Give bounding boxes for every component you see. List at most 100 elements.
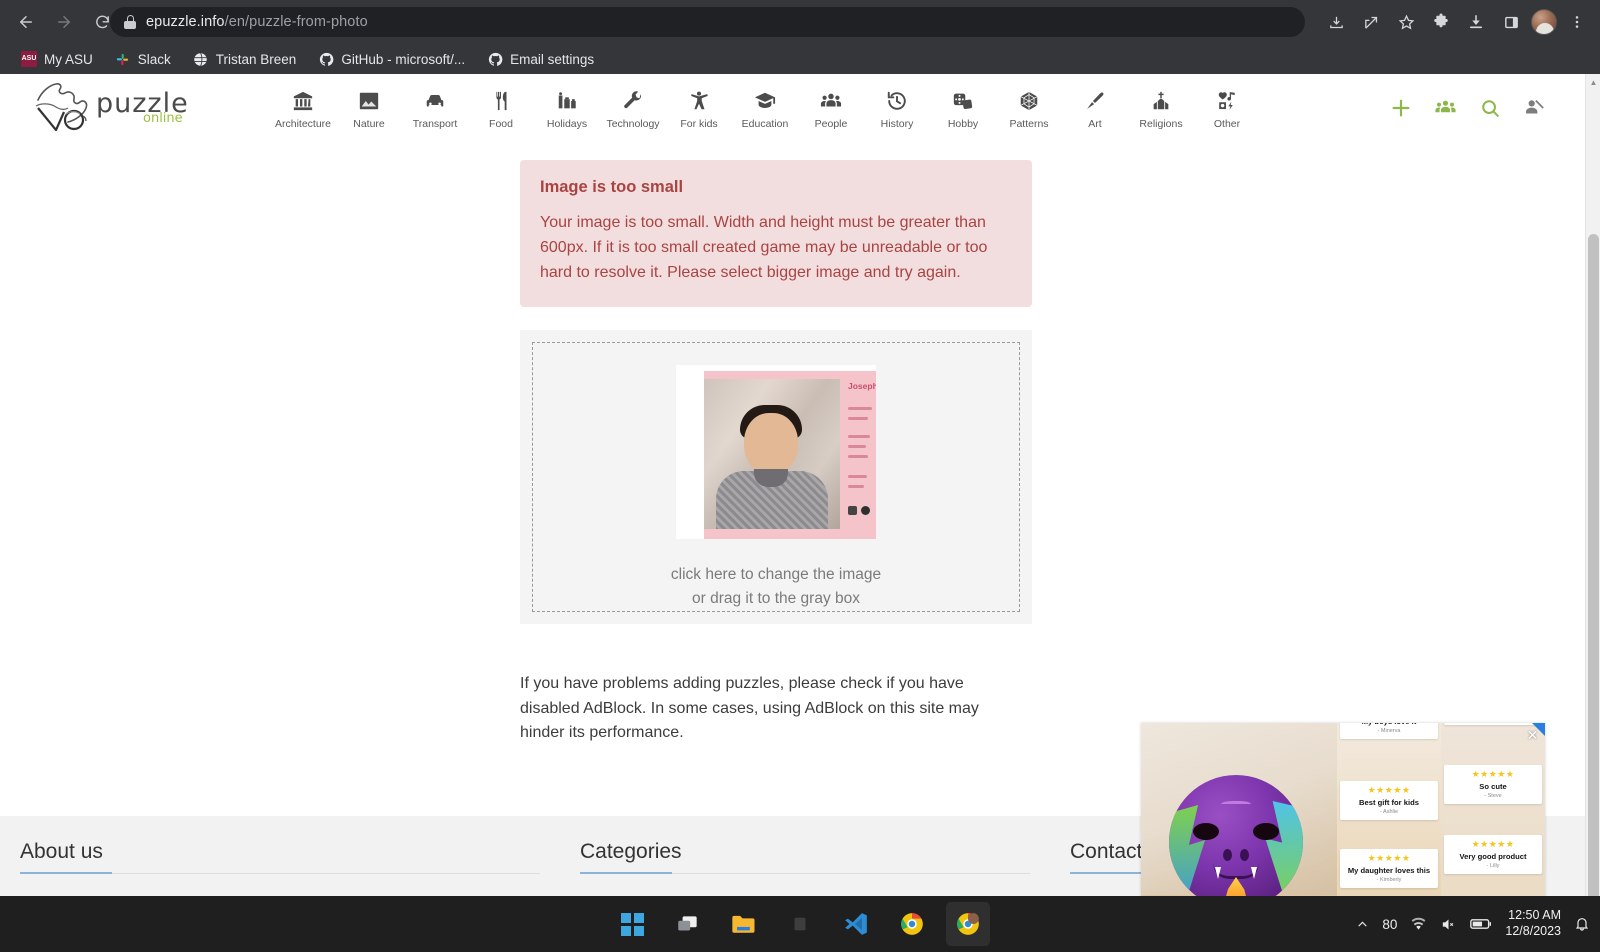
nav-label: Technology (606, 118, 660, 130)
nav-item-religions[interactable]: Religions (1128, 82, 1194, 130)
ad-review-author: - Kimberly (1376, 877, 1402, 884)
task-view-button[interactable] (666, 902, 710, 946)
profile-avatar[interactable] (1531, 9, 1557, 35)
nav-item-food[interactable]: Food (468, 82, 534, 130)
alert-image-too-small: Image is too small Your image is too sma… (520, 160, 1032, 308)
alert-body: Your image is too small. Width and heigh… (540, 214, 988, 281)
portrait-head (744, 413, 798, 476)
share-button[interactable] (1356, 7, 1386, 37)
chrome-button[interactable] (890, 902, 934, 946)
start-windows-button[interactable] (610, 902, 654, 946)
dragon-eye-right (1253, 823, 1279, 840)
bookmark-tristan-breen[interactable]: Tristan Breen (184, 48, 306, 70)
ad-review-author: - Steve (1484, 793, 1502, 800)
bookmark-my-asu[interactable]: ASU My ASU (12, 48, 102, 70)
nav-item-holidays[interactable]: Holidays (534, 82, 600, 130)
nav-item-history[interactable]: History (864, 82, 930, 130)
page-scrollbar[interactable]: ▲ (1585, 74, 1600, 952)
nav-item-other[interactable]: Other (1194, 82, 1260, 130)
install-app-button[interactable] (1321, 7, 1351, 37)
bookmark-star-icon (1398, 14, 1414, 30)
preview-text-line (848, 435, 870, 439)
chrome-menu-button[interactable] (1562, 7, 1592, 37)
chrome-menu-icon (1575, 16, 1579, 28)
nav-item-transport[interactable]: Transport (402, 82, 468, 130)
clock-date: 12/8/2023 (1505, 924, 1561, 938)
downloads-icon (1470, 15, 1482, 29)
search-icon[interactable] (1479, 97, 1501, 119)
nav-label: For kids (680, 118, 718, 130)
browser-toolbar: epuzzle.info/en/puzzle-from-photo (0, 0, 1600, 44)
nav-item-technology[interactable]: Technology (600, 82, 666, 130)
forward-arrow-icon (58, 16, 70, 28)
windows-taskbar: 80 12:50 AM 12/8/2023 (0, 896, 1600, 952)
back-button[interactable] (10, 6, 42, 38)
nav-item-people[interactable]: People (798, 82, 864, 130)
graduation-cap-icon (754, 88, 776, 114)
nav-label: Religions (1139, 118, 1183, 130)
preview-portrait-photo (704, 379, 840, 530)
site-logo[interactable]: puzzle online (30, 78, 210, 134)
polygon-icon (1018, 88, 1040, 114)
bookmark-slack[interactable]: Slack (106, 48, 180, 70)
github-favicon (487, 51, 503, 67)
dropzone-hint: click here to change the image or drag i… (671, 563, 881, 611)
downloads-button[interactable] (1461, 7, 1491, 37)
globe-favicon (193, 51, 209, 67)
volume-level-indicator: 80 (1382, 916, 1398, 932)
logged-out-user-icon[interactable] (1523, 97, 1545, 119)
bookmark-label: Tristan Breen (215, 51, 297, 67)
teams-button[interactable] (778, 902, 822, 946)
ad-review-author: - Minerva (1377, 728, 1401, 735)
nav-label: Hobby (947, 118, 979, 130)
extensions-button[interactable] (1426, 7, 1456, 37)
volume-muted-icon[interactable] (1440, 916, 1457, 933)
preview-text-line (848, 485, 864, 489)
museum-icon (292, 88, 314, 114)
slack-favicon (115, 51, 131, 67)
nav-item-patterns[interactable]: Patterns (996, 82, 1062, 130)
linkedin-icon (861, 506, 870, 516)
address-bar[interactable]: epuzzle.info/en/puzzle-from-photo (110, 7, 1305, 37)
footer-about-title: About us (20, 840, 103, 863)
forward-button[interactable] (48, 6, 80, 38)
scroll-up-arrow-icon[interactable]: ▲ (1586, 74, 1600, 90)
add-puzzle-icon[interactable] (1390, 97, 1412, 119)
bookmarks-bar: ASU My ASU Slack Tristan Breen GitHub - … (0, 44, 1600, 74)
ad-close-button[interactable]: ✕ (1524, 727, 1541, 744)
multiplayer-icon[interactable] (1434, 96, 1457, 119)
dice-icon (952, 88, 974, 114)
nav-item-art[interactable]: Art (1062, 82, 1128, 130)
image-preview[interactable]: Joseph (676, 365, 876, 540)
chevron-up-icon[interactable] (1356, 918, 1369, 931)
file-explorer-button[interactable] (722, 902, 766, 946)
history-clock-icon (886, 88, 908, 114)
ad-review-card: ★★★★★ So cute - Steve (1444, 765, 1542, 805)
battery-icon[interactable] (1470, 917, 1492, 931)
url-path: /en/puzzle-from-photo (224, 14, 368, 30)
wifi-icon[interactable] (1410, 916, 1427, 933)
header-actions (1390, 96, 1545, 119)
chrome-profile-button[interactable] (946, 902, 990, 946)
dragon-brow (1221, 801, 1251, 809)
vscode-button[interactable] (834, 902, 878, 946)
scrollbar-thumb[interactable] (1588, 234, 1599, 934)
nav-item-education[interactable]: Education (732, 82, 798, 130)
nav-item-hobby[interactable]: Hobby (930, 82, 996, 130)
nav-item-architecture[interactable]: Architecture (270, 82, 336, 130)
notification-bell-icon[interactable] (1574, 916, 1590, 932)
ad-review-author: - Ashlie (1379, 809, 1399, 816)
dropzone-hint-line2: or drag it to the gray box (691, 590, 860, 608)
side-panel-button[interactable] (1496, 7, 1526, 37)
image-dropzone[interactable]: Joseph click here to change the image or… (532, 342, 1020, 613)
start-windows-icon (620, 912, 644, 936)
bookmark-email-settings[interactable]: Email settings (478, 48, 603, 70)
ad-review-stars: ★★★★★ (1471, 769, 1515, 779)
vscode-icon (845, 913, 867, 935)
nav-item-for-kids[interactable]: For kids (666, 82, 732, 130)
nav-item-nature[interactable]: Nature (336, 82, 402, 130)
side-panel-icon (1504, 16, 1518, 28)
bookmark-button[interactable] (1391, 7, 1421, 37)
bookmark-github[interactable]: GitHub - microsoft/... (309, 48, 474, 70)
clock[interactable]: 12:50 AM 12/8/2023 (1505, 908, 1561, 939)
